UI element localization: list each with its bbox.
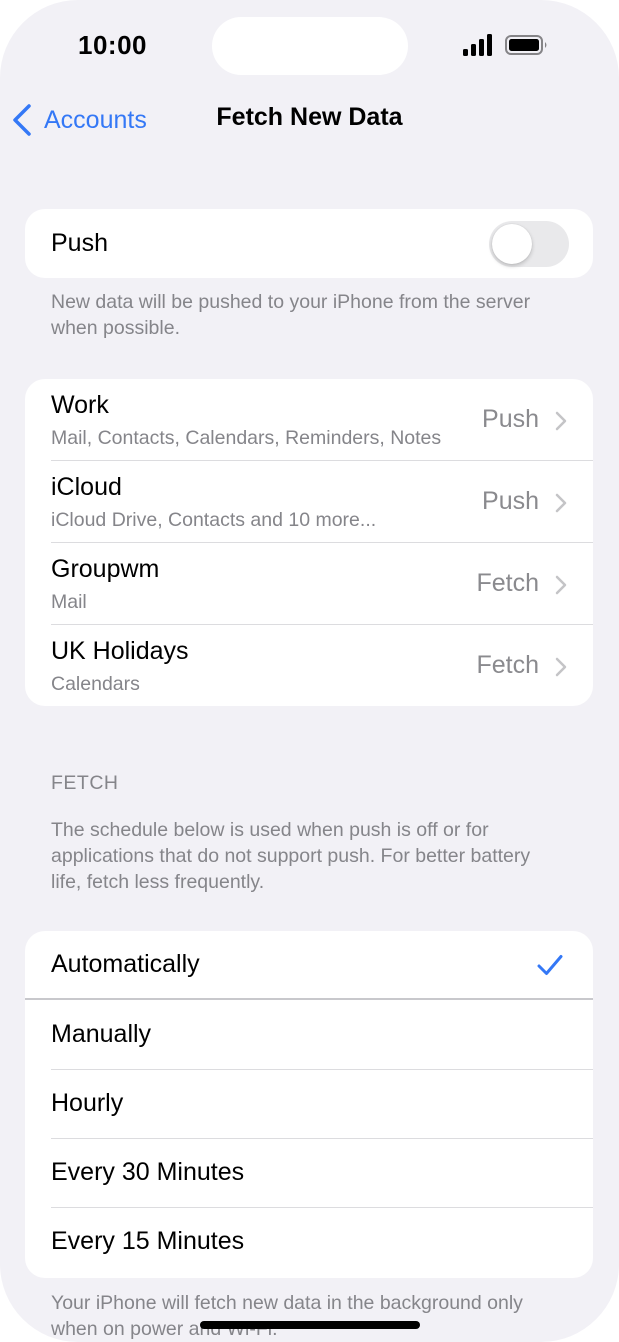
account-mode: Push	[482, 487, 539, 515]
cellular-signal-icon	[463, 34, 492, 56]
fetch-option-hourly[interactable]: Hourly	[25, 1070, 593, 1139]
option-label: Hourly	[51, 1089, 124, 1117]
account-name: iCloud	[51, 473, 122, 501]
account-name: Work	[51, 391, 109, 419]
phone-screen: 10:00 Accounts Fetch New Data Push New d…	[0, 0, 619, 1342]
account-row-uk-holidays[interactable]: UK Holidays Calendars Fetch	[25, 625, 593, 706]
chevron-right-icon	[555, 575, 567, 595]
account-name: Groupwm	[51, 555, 160, 583]
account-mode: Fetch	[476, 569, 539, 597]
push-footnote: New data will be pushed to your iPhone f…	[51, 291, 531, 339]
fetch-description: The schedule below is used when push is …	[51, 819, 531, 893]
fetch-option-every-30-minutes[interactable]: Every 30 Minutes	[25, 1139, 593, 1208]
option-label: Every 30 Minutes	[51, 1158, 245, 1186]
account-row-work[interactable]: Work Mail, Contacts, Calendars, Reminder…	[25, 379, 593, 461]
push-label: Push	[51, 229, 108, 257]
account-mode: Fetch	[476, 651, 539, 679]
dynamic-island	[212, 17, 408, 75]
account-row-groupwm[interactable]: Groupwm Mail Fetch	[25, 543, 593, 625]
fetch-option-every-15-minutes[interactable]: Every 15 Minutes	[25, 1208, 593, 1277]
status-time: 10:00	[78, 30, 147, 60]
home-indicator[interactable]	[200, 1321, 420, 1329]
account-name: UK Holidays	[51, 637, 189, 665]
row-separator	[25, 998, 593, 1000]
fetch-footer: Your iPhone will fetch new data in the b…	[51, 1292, 523, 1340]
account-row-icloud[interactable]: iCloud iCloud Drive, Contacts and 10 mor…	[25, 461, 593, 543]
battery-icon	[505, 35, 547, 55]
option-label: Manually	[51, 1020, 152, 1048]
accounts-group: Work Mail, Contacts, Calendars, Reminder…	[25, 379, 593, 706]
account-services: Calendars	[51, 673, 140, 695]
account-services: iCloud Drive, Contacts and 10 more...	[51, 509, 377, 531]
account-services: Mail, Contacts, Calendars, Reminders, No…	[51, 427, 442, 449]
push-toggle[interactable]	[489, 221, 569, 267]
checkmark-icon	[537, 955, 563, 975]
chevron-right-icon	[555, 411, 567, 431]
push-group: Push	[25, 209, 593, 278]
page-title: Fetch New Data	[216, 103, 403, 131]
account-mode: Push	[482, 405, 539, 433]
account-services: Mail	[51, 591, 87, 613]
chevron-right-icon	[555, 657, 567, 677]
toggle-knob	[492, 224, 532, 264]
fetch-section-header: FETCH	[51, 772, 119, 794]
fetch-option-automatically[interactable]: Automatically	[25, 931, 593, 1000]
fetch-options-group: Automatically Manually Hourly Every 30 M…	[25, 931, 593, 1278]
fetch-option-manually[interactable]: Manually	[25, 1001, 593, 1070]
option-label: Every 15 Minutes	[51, 1227, 245, 1255]
option-label: Automatically	[51, 950, 200, 978]
chevron-right-icon	[555, 493, 567, 513]
